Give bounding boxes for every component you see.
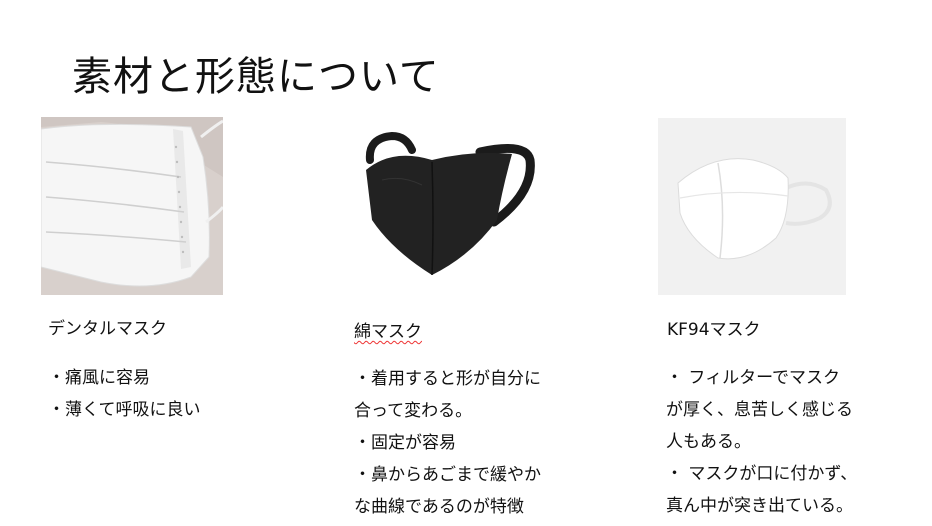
cotton-mask-image bbox=[362, 130, 536, 278]
kf94-mask-bullets: ・ フィルターでマスク が厚く、息苦しく感じる 人もある。 ・ マスクが口に付か… bbox=[666, 362, 857, 522]
bullet-line: ・ マスクが口に付かず、 bbox=[666, 464, 858, 484]
bullet-line: 合って変わる。 bbox=[354, 401, 473, 421]
cotton-mask-label: 綿マスク bbox=[354, 322, 422, 342]
dental-mask-image bbox=[41, 117, 223, 295]
bullet-line: な曲線であるのが特徴 bbox=[354, 497, 524, 517]
slide-title: 素材と形態について bbox=[72, 54, 440, 100]
bullet-line: 人もある。 bbox=[666, 432, 751, 452]
bullet-line: ・ フィルターでマスク bbox=[666, 368, 841, 388]
kf94-mask-image bbox=[658, 118, 846, 295]
bullet-line: ・着用すると形が自分に bbox=[354, 369, 541, 389]
kf94-mask-label: KF94マスク bbox=[667, 320, 761, 340]
bullet-line: が厚く、息苦しく感じる bbox=[666, 400, 853, 420]
cotton-mask-bullets: ・着用すると形が自分に 合って変わる。 ・固定が容易 ・鼻からあごまで緩やか な… bbox=[354, 363, 541, 523]
dental-mask-bullets: ・痛風に容易 ・薄くて呼吸に良い bbox=[48, 362, 201, 426]
bullet-line: 真ん中が突き出ている。 bbox=[666, 496, 853, 516]
bullet-line: ・痛風に容易 bbox=[48, 368, 150, 388]
bullet-line: ・薄くて呼吸に良い bbox=[48, 400, 201, 420]
bullet-line: ・固定が容易 bbox=[354, 433, 456, 453]
bullet-line: ・鼻からあごまで緩やか bbox=[354, 465, 541, 485]
dental-mask-label: デンタルマスク bbox=[48, 319, 167, 339]
